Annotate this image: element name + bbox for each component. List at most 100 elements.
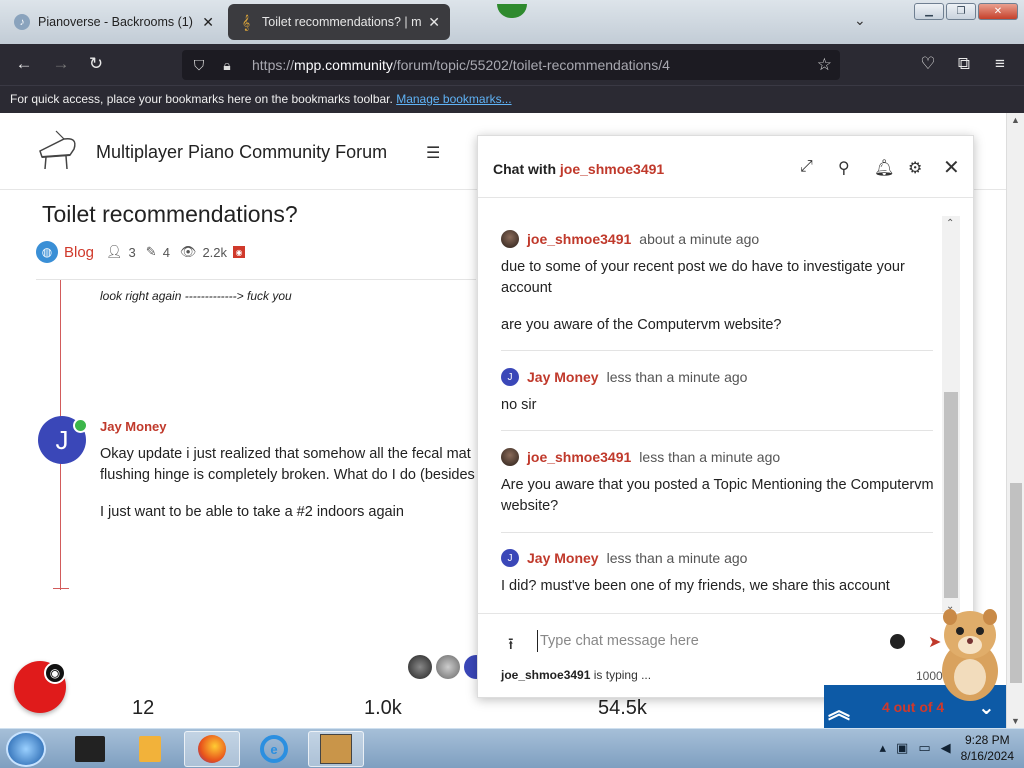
eye-icon[interactable]: ◉ xyxy=(44,662,66,684)
taskbar-app-bonzi[interactable] xyxy=(308,731,364,767)
bell-icon[interactable]: 🔔︎ xyxy=(874,158,894,178)
manage-bookmarks-link[interactable]: Manage bookmarks... xyxy=(396,92,511,106)
post-author[interactable]: Jay Money xyxy=(100,419,166,434)
bookmark-star-icon[interactable]: ☆ xyxy=(817,55,832,75)
gear-icon[interactable]: ⚙ xyxy=(908,158,922,178)
taskbar-app-media-player[interactable] xyxy=(122,731,178,767)
message-time: less than a minute ago xyxy=(606,550,748,566)
avatar[interactable]: J xyxy=(501,549,519,567)
chat-message: J Jay Money less than a minute ago I did… xyxy=(501,549,941,608)
chat-message: joe_shmoe3491 about a minute ago due to … xyxy=(501,230,941,352)
message-text: Are you aware that you posted a Topic Me… xyxy=(501,477,934,514)
menu-list-icon[interactable]: ☰ xyxy=(426,143,440,163)
grand-piano-logo-icon[interactable] xyxy=(34,127,80,173)
close-tab-icon[interactable]: ✕ xyxy=(428,14,440,31)
post-line: Okay update i just realized that somehow… xyxy=(100,446,471,462)
browser-tab-bar: ♪ Pianoverse - Backrooms (1) ✕ 𝄞 Toilet … xyxy=(0,0,1024,44)
windows-start-button[interactable] xyxy=(6,731,46,767)
message-author[interactable]: Jay Money xyxy=(527,369,599,385)
message-text: I did? must've been one of my friends, w… xyxy=(501,578,890,594)
posters-count: 3 xyxy=(128,244,136,260)
list-all-tabs-chevron-icon[interactable]: ⌄ xyxy=(854,12,866,29)
tracking-shield-icon[interactable]: ⛉ xyxy=(188,57,210,74)
avatar[interactable] xyxy=(501,230,519,248)
restore-window-button[interactable]: ❐ xyxy=(946,3,976,20)
clock[interactable]: 9:28 PM 8/16/2024 xyxy=(961,732,1014,764)
tab-pianoverse[interactable]: ♪ Pianoverse - Backrooms (1) ✕ xyxy=(4,4,224,40)
stat-value: 1.0k xyxy=(364,697,402,719)
post-body: Okay update i just realized that somehow… xyxy=(100,444,480,539)
stat-value: 12 xyxy=(132,697,155,719)
chat-message-input[interactable] xyxy=(537,630,877,652)
close-tab-icon[interactable]: ✕ xyxy=(202,14,214,31)
participant-avatars xyxy=(408,655,488,679)
scroll-up-arrow-icon[interactable]: ⌃ xyxy=(946,218,954,229)
volume-icon[interactable]: ◀︎ xyxy=(941,740,951,756)
forward-arrow-icon[interactable]: → xyxy=(50,54,72,74)
back-arrow-icon[interactable]: ← xyxy=(13,54,35,74)
emoji-icon[interactable] xyxy=(890,634,905,649)
message-author[interactable]: Jay Money xyxy=(527,550,599,566)
internet-explorer-icon: e xyxy=(260,735,288,763)
address-bar[interactable]: ⛉ 🔒︎ https://mpp.community/forum/topic/5… xyxy=(182,50,840,80)
message-author[interactable]: joe_shmoe3491 xyxy=(527,231,631,247)
taskbar-app-black-box[interactable] xyxy=(62,731,118,767)
chat-message: joe_shmoe3491 less than a minute ago Are… xyxy=(501,448,941,533)
upload-icon[interactable]: ⭱ xyxy=(508,633,514,660)
message-time: less than a minute ago xyxy=(606,369,748,385)
scroll-up-arrow-icon[interactable]: ▲ xyxy=(1011,115,1020,125)
search-icon[interactable]: ⚲ xyxy=(838,158,850,178)
tab-title: Toilet recommendations? | mpp xyxy=(262,15,423,29)
close-icon[interactable]: ✕ xyxy=(943,155,960,180)
scroll-down-arrow-icon[interactable]: ▼ xyxy=(1011,716,1020,726)
message-divider xyxy=(501,350,933,351)
views-count: 2.2k xyxy=(202,244,228,260)
network-icon[interactable]: ▣ xyxy=(896,740,908,756)
display-icon[interactable]: ▭ xyxy=(918,740,930,756)
extensions-puzzle-icon[interactable]: ⧉ xyxy=(953,54,975,74)
bookmarks-toolbar: For quick access, place your bookmarks h… xyxy=(0,85,1024,113)
pocket-icon[interactable]: ♡ xyxy=(917,54,939,74)
tab-title: Pianoverse - Backrooms (1) xyxy=(38,15,193,29)
show-hidden-icons-icon[interactable]: ▴ xyxy=(879,740,886,756)
expand-icon[interactable]: ⤢ xyxy=(800,158,813,176)
message-text: due to some of your recent post we do ha… xyxy=(501,259,905,296)
online-status-dot xyxy=(73,418,88,433)
hamster-mascot-icon xyxy=(942,609,998,701)
windows-taskbar: e ▴ ▣ ▭ ◀︎ 9:28 PM 8/16/2024 xyxy=(0,728,1024,768)
post-line: I just want to be able to take a #2 indo… xyxy=(100,504,404,520)
taskbar-app-firefox[interactable] xyxy=(184,731,240,767)
url-text: https://mpp.community/forum/topic/55202/… xyxy=(252,57,670,73)
chat-partner-name[interactable]: joe_shmoe3491 xyxy=(560,161,664,177)
reload-icon[interactable]: ↻ xyxy=(85,54,107,74)
chat-scrollbar[interactable]: ⌃ ⌄ xyxy=(942,216,960,612)
site-title[interactable]: Multiplayer Piano Community Forum xyxy=(96,142,387,163)
system-tray: ▴ ▣ ▭ ◀︎ 9:28 PM 8/16/2024 xyxy=(879,732,1014,764)
message-time: less than a minute ago xyxy=(639,449,781,465)
avatar[interactable]: J xyxy=(501,368,519,386)
minimize-window-button[interactable]: ▁ xyxy=(914,3,944,20)
tab-toilet-recommendations[interactable]: 𝄞 Toilet recommendations? | mpp ✕ xyxy=(228,4,450,40)
rss-icon[interactable]: ◉ xyxy=(233,246,246,258)
post-timeline-end xyxy=(53,588,69,589)
avatar[interactable] xyxy=(408,655,432,679)
scrollbar-thumb[interactable] xyxy=(1010,483,1022,683)
app-menu-hamburger-icon[interactable]: ≡ xyxy=(989,54,1011,74)
chevron-up-icon[interactable]: ︽ xyxy=(828,693,850,725)
taskbar-app-internet-explorer[interactable]: e xyxy=(246,731,302,767)
chat-scrollbar-thumb[interactable] xyxy=(944,392,958,598)
post-line: flushing hinge is completely broken. Wha… xyxy=(100,467,475,483)
globe-icon: ◍ xyxy=(36,241,58,263)
divider xyxy=(36,279,476,280)
clock-time: 9:28 PM xyxy=(964,733,1010,747)
category-link[interactable]: Blog xyxy=(64,244,94,261)
chat-message: J Jay Money less than a minute ago no si… xyxy=(501,368,941,432)
chat-input-row: ⭱ ➤ xyxy=(478,613,973,663)
close-window-button[interactable]: ✕ xyxy=(978,3,1018,20)
lock-icon[interactable]: 🔒︎ xyxy=(216,57,238,74)
avatar[interactable] xyxy=(436,655,460,679)
music-note-favicon-icon: 𝄞 xyxy=(241,13,251,30)
message-author[interactable]: joe_shmoe3491 xyxy=(527,449,631,465)
avatar[interactable] xyxy=(501,448,519,466)
bookmarks-hint-text: For quick access, place your bookmarks h… xyxy=(10,92,393,106)
